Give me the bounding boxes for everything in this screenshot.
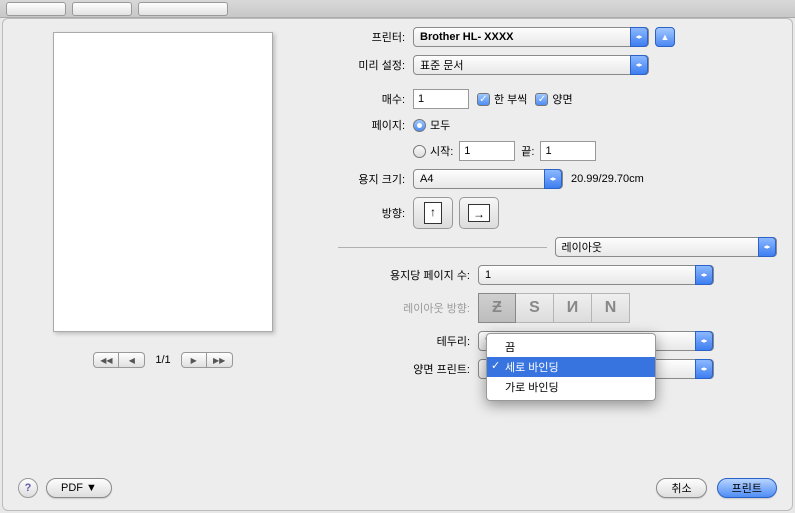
preview-pager: ◀◀ ◀ 1/1 ▶ ▶▶ (93, 352, 232, 368)
copies-input[interactable] (413, 89, 469, 109)
layoutdir-option-1[interactable]: Ƶ (478, 293, 516, 323)
pagespersheet-label: 용지당 페이지 수: (338, 267, 478, 283)
toolbar-segment[interactable] (72, 2, 132, 16)
landscape-icon (468, 204, 490, 222)
orientation-landscape-button[interactable] (459, 197, 499, 229)
duplex-binding-menu: 끔 세로 바인딩 가로 바인딩 (486, 333, 656, 401)
page-indicator: 1/1 (155, 354, 170, 366)
pagespersheet-select[interactable]: 1 (478, 265, 714, 285)
printer-select[interactable]: Brother HL- XXXX (413, 27, 649, 47)
print-button[interactable]: 프린트 (717, 478, 777, 498)
menu-item-vertical-binding[interactable]: 세로 바인딩 (487, 357, 655, 377)
select-arrows-icon (630, 27, 648, 47)
layoutdir-option-4[interactable]: N (592, 293, 630, 323)
first-page-button[interactable]: ◀◀ (93, 352, 119, 368)
pages-to-label: 끝: (521, 143, 534, 159)
pages-label: 페이지: (338, 117, 413, 133)
divider (338, 247, 547, 248)
collapse-button[interactable]: ▲ (655, 27, 675, 47)
prev-page-button[interactable]: ◀ (119, 352, 145, 368)
layoutdir-option-2[interactable]: S (516, 293, 554, 323)
papersize-select[interactable]: A4 (413, 169, 563, 189)
pagespersheet-value: 1 (485, 269, 491, 281)
pages-all-radio[interactable] (413, 119, 426, 132)
preview-page (53, 32, 273, 332)
printer-value: Brother HL- XXXX (420, 31, 514, 43)
collated-label: 한 부씩 (494, 91, 527, 107)
select-arrows-icon (695, 359, 713, 379)
select-arrows-icon (630, 55, 648, 75)
duplexprint-label: 양면 프린트: (338, 361, 478, 377)
pdf-menu-button[interactable]: PDF ▼ (46, 478, 112, 498)
papersize-value: A4 (420, 173, 433, 185)
preset-label: 미리 설정: (338, 57, 413, 73)
portrait-icon (424, 202, 442, 224)
layoutdir-option-3[interactable]: И (554, 293, 592, 323)
select-arrows-icon (695, 331, 713, 351)
select-arrows-icon (544, 169, 562, 189)
menu-item-horizontal-binding[interactable]: 가로 바인딩 (487, 377, 655, 397)
copies-label: 매수: (338, 91, 413, 107)
menu-item-off[interactable]: 끔 (487, 337, 655, 357)
dialog-footer: ? PDF ▼ 취소 프린트 (18, 478, 777, 498)
pages-range-radio[interactable] (413, 145, 426, 158)
papersize-label: 용지 크기: (338, 171, 413, 187)
section-value: 레이아웃 (562, 239, 602, 255)
select-arrows-icon (695, 265, 713, 285)
duplex-label: 양면 (552, 91, 572, 107)
printer-label: 프린터: (338, 29, 413, 45)
border-label: 테두리: (338, 333, 478, 349)
toolbar-segment[interactable] (138, 2, 228, 16)
select-arrows-icon (758, 237, 776, 257)
app-toolbar (0, 0, 795, 18)
layoutdir-label: 레이아웃 방향: (338, 300, 478, 316)
print-dialog: ◀◀ ◀ 1/1 ▶ ▶▶ 프린터: Brother HL- XXXX ▲ (2, 18, 793, 511)
pages-all-label: 모두 (430, 117, 450, 133)
pages-from-label: 시작: (430, 143, 453, 159)
orientation-label: 방향: (338, 205, 413, 221)
toolbar-segment[interactable] (6, 2, 66, 16)
next-page-button[interactable]: ▶ (181, 352, 207, 368)
settings-column: 프린터: Brother HL- XXXX ▲ 미리 설정: 표준 문서 매수: (338, 27, 777, 387)
collated-checkbox[interactable]: ✓ (477, 93, 490, 106)
page-from-input[interactable] (459, 141, 515, 161)
cancel-button[interactable]: 취소 (656, 478, 706, 498)
preview-column: ◀◀ ◀ 1/1 ▶ ▶▶ (18, 27, 308, 387)
section-select[interactable]: 레이아웃 (555, 237, 778, 257)
orientation-portrait-button[interactable] (413, 197, 453, 229)
page-to-input[interactable] (540, 141, 596, 161)
help-button[interactable]: ? (18, 478, 38, 498)
preset-value: 표준 문서 (420, 57, 464, 73)
preset-select[interactable]: 표준 문서 (413, 55, 649, 75)
last-page-button[interactable]: ▶▶ (207, 352, 233, 368)
duplex-checkbox[interactable]: ✓ (535, 93, 548, 106)
paper-dimensions: 20.99/29.70cm (571, 173, 644, 185)
